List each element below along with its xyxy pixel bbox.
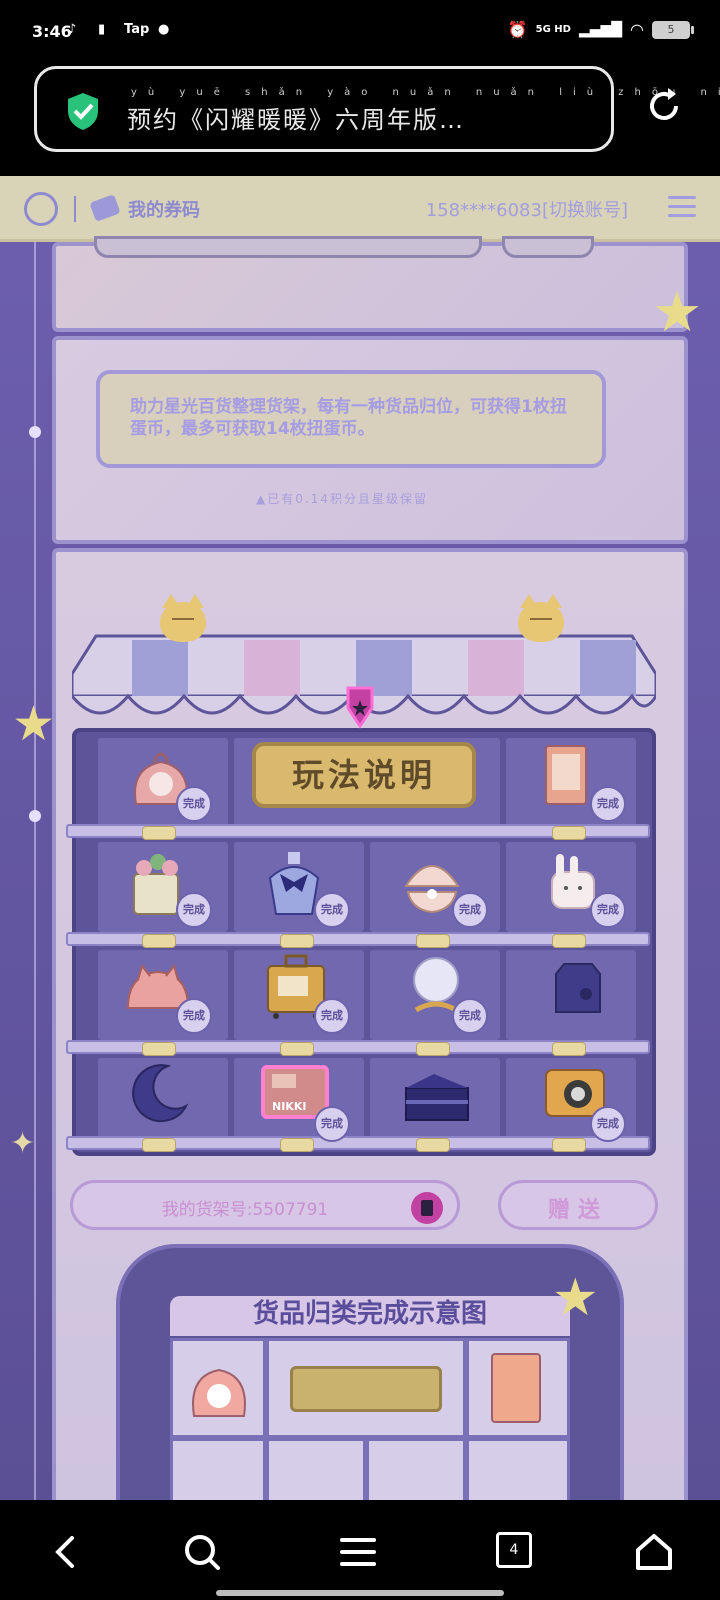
tiktok-icon: ♪ — [68, 22, 77, 37]
price-tag — [552, 934, 586, 948]
cat-ornament-right — [518, 594, 564, 642]
shelf-id-pill[interactable]: 我的货架号:5507791 — [70, 1180, 460, 1230]
done-badge: 完成 — [314, 998, 350, 1034]
wifi-icon: ◠ — [630, 20, 644, 39]
page-title: yù yuē shǎn yào nuǎn nuǎn liù zhōu nián … — [127, 87, 720, 135]
preview-sign — [290, 1366, 442, 1412]
status-time: 3:46 — [32, 22, 72, 41]
my-coupon-link[interactable]: 我的券码 — [128, 196, 200, 222]
menu-lines-icon[interactable] — [338, 1532, 378, 1572]
done-badge: 完成 — [590, 786, 626, 822]
file-icon: ▮ — [98, 22, 106, 37]
preview-cell — [266, 1438, 366, 1500]
back-icon[interactable] — [46, 1532, 86, 1572]
preview-notebook-icon — [491, 1353, 541, 1423]
notebook-item[interactable] — [542, 742, 592, 808]
webpage: 我的券码 158****6083[切换账号] 助力星光百货整理货架，每有一种货品… — [0, 176, 720, 1500]
price-tag — [416, 1138, 450, 1152]
nikki-label: NIKKI — [272, 1100, 306, 1113]
done-badge: 完成 — [176, 998, 212, 1034]
battery-icon: 5 — [652, 20, 694, 39]
menu-icon[interactable] — [668, 196, 696, 220]
reload-icon[interactable] — [644, 86, 684, 126]
gift-button[interactable]: 赠送 — [498, 1180, 658, 1230]
preview-cell — [170, 1438, 266, 1500]
moon-pillow-item[interactable] — [128, 1060, 192, 1124]
rule-text: 助力星光百货整理货架，每有一种货品归位，可获得1枚扭蛋币，最多可获取14枚扭蛋币… — [96, 370, 606, 468]
price-tag — [416, 934, 450, 948]
sparkle-decoration: ✦ — [10, 1126, 36, 1161]
signal-icon: ▂▄▆█ — [578, 21, 623, 38]
pink-marker-icon — [346, 686, 374, 729]
rail-dot — [29, 426, 41, 438]
browser-bottom-nav: 4 — [0, 1500, 720, 1600]
price-tag — [280, 934, 314, 948]
cake-item[interactable] — [402, 1070, 472, 1124]
page-title-text: 预约《闪耀暖暖》六周年版… — [127, 106, 465, 134]
switch-account-link[interactable]: 158****6083[切换账号] — [426, 196, 628, 222]
price-tag — [416, 1042, 450, 1056]
top-card — [52, 236, 688, 332]
globe-icon[interactable] — [24, 192, 58, 226]
done-badge: 完成 — [452, 998, 488, 1034]
shop-card: 完成 玩法说明 完成 完成 完成 完成 完成 完成 完成 完成 NIKKI 完成… — [52, 548, 688, 1500]
rule-subtext: ▲已有0.14积分且星级保留 — [256, 492, 428, 506]
done-badge: 完成 — [314, 892, 350, 928]
howto-button[interactable]: 玩法说明 — [252, 742, 476, 808]
preview-title: 货品归类完成示意图 — [170, 1296, 570, 1336]
address-bar[interactable]: yù yuē shǎn yào nuǎn nuǎn liù zhōu nián … — [34, 66, 720, 152]
done-badge: 完成 — [176, 892, 212, 928]
price-tag — [142, 934, 176, 948]
home-icon[interactable] — [634, 1532, 674, 1572]
price-tag — [552, 826, 586, 840]
star-decoration: ★ — [12, 696, 56, 752]
nav-divider — [74, 196, 76, 222]
page-title-pinyin: yù yuē shǎn yào nuǎn nuǎn liù zhōu nián … — [131, 87, 720, 98]
done-badge: 完成 — [314, 1106, 350, 1142]
left-rail — [20, 240, 44, 1500]
price-tag — [142, 1138, 176, 1152]
done-badge: 完成 — [590, 892, 626, 928]
price-tag — [552, 1042, 586, 1056]
qq-icon: ● — [158, 22, 170, 37]
shield-icon — [68, 93, 98, 130]
price-tag — [142, 826, 176, 840]
preview-backpack-icon — [192, 1368, 246, 1417]
preview-grid — [170, 1338, 570, 1500]
status-right: ⏰ 5G HD ▂▄▆█ ◠ 5 — [507, 20, 694, 39]
price-tag — [142, 1042, 176, 1056]
star-decoration: ★ — [552, 1268, 599, 1328]
preview-panel: 货品归类完成示意图 — [116, 1244, 624, 1500]
search-icon[interactable] — [182, 1532, 222, 1572]
browser-bar: yù yuē shǎn yào nuǎn nuǎn liù zhōu nián … — [0, 64, 720, 176]
done-badge: 完成 — [452, 892, 488, 928]
price-tag — [552, 1138, 586, 1152]
milk-box-item[interactable] — [550, 960, 606, 1016]
preview-cell — [466, 1438, 570, 1500]
price-tag — [280, 1138, 314, 1152]
notebook-icon[interactable] — [411, 1192, 443, 1224]
price-tag — [280, 1042, 314, 1056]
rule-card: 助力星光百货整理货架，每有一种货品归位，可获得1枚扭蛋币，最多可获取14枚扭蛋币… — [52, 336, 688, 544]
ghost-pill-right — [502, 236, 594, 258]
alarm-icon: ⏰ — [507, 20, 528, 39]
page-nav: 我的券码 158****6083[切换账号] — [0, 176, 720, 242]
done-badge: 完成 — [590, 1106, 626, 1142]
cat-ornament-left — [160, 594, 206, 642]
home-indicator — [216, 1590, 504, 1596]
star-decoration: ★ — [652, 280, 703, 345]
ticket-icon — [89, 194, 121, 222]
network-label: 5G HD — [535, 24, 571, 35]
shelf-id-label: 我的货架号:5507791 — [161, 1200, 329, 1220]
status-bar: 3:46 ♪ ▮ Tap ● ⏰ 5G HD ▂▄▆█ ◠ 5 — [0, 0, 720, 64]
screen: 3:46 ♪ ▮ Tap ● ⏰ 5G HD ▂▄▆█ ◠ 5 yù yuē s… — [0, 0, 720, 1600]
ghost-pill-left — [94, 236, 482, 258]
preview-cell — [366, 1438, 466, 1500]
tabs-button[interactable]: 4 — [496, 1532, 532, 1568]
tap-icon: Tap — [124, 22, 150, 37]
done-badge: 完成 — [176, 786, 212, 822]
gift-button-label: 赠送 — [547, 1198, 608, 1223]
rail-dot — [29, 810, 41, 822]
